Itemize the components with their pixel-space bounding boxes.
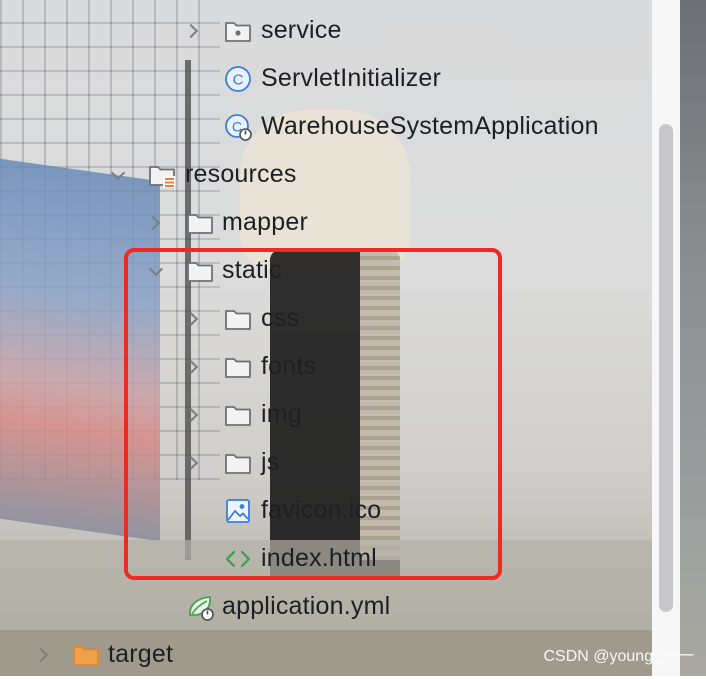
tree-node-label: application.yml (222, 592, 391, 620)
tree-node-label: resources (185, 160, 297, 188)
resources-folder-icon (148, 161, 176, 189)
tree-node-label: service (261, 16, 342, 44)
scrollbar-thumb[interactable] (659, 124, 673, 612)
tree-node-mapper[interactable]: mapper (0, 199, 650, 247)
tree-node-application-yml[interactable]: application.yml (0, 583, 650, 631)
svg-text:C: C (233, 72, 244, 89)
java-class-icon: C (224, 65, 252, 93)
excluded-folder-icon (72, 641, 100, 669)
highlight-annotation-box (124, 248, 502, 580)
spring-boot-class-icon: C (224, 113, 252, 141)
tree-node-label: target (108, 640, 174, 668)
tree-node-label: ServletInitializer (261, 64, 442, 92)
tree-node-service[interactable]: service (0, 7, 650, 55)
watermark-text: CSDN @young_一一 (543, 648, 694, 665)
tree-node-servletinitializer[interactable]: C ServletInitializer (0, 55, 650, 103)
chevron-down-icon[interactable] (112, 170, 122, 180)
spring-config-file-icon (186, 593, 214, 621)
tree-node-resources[interactable]: resources (0, 151, 650, 199)
folder-icon (186, 209, 214, 237)
tree-node-warehousesystemapplication[interactable]: C WarehouseSystemApplication (0, 103, 650, 151)
window-edge (680, 0, 706, 676)
chevron-right-icon[interactable] (186, 26, 196, 36)
tree-node-label: WarehouseSystemApplication (261, 112, 599, 140)
chevron-right-icon[interactable] (148, 218, 158, 228)
package-folder-icon (224, 17, 252, 45)
chevron-right-icon[interactable] (36, 650, 46, 660)
tree-node-label: mapper (222, 208, 308, 236)
